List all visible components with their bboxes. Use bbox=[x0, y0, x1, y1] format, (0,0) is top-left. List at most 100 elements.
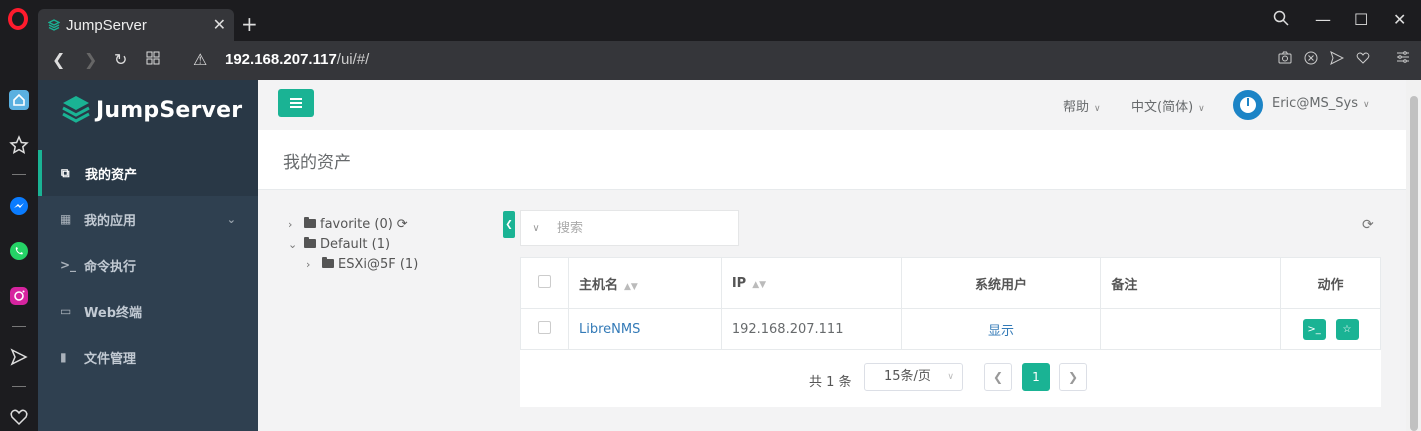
asset-table: 主机名 ▲▼ IP ▲▼ 系统用户 备注 动作 LibreNMS 192.168.2… bbox=[520, 257, 1381, 350]
note-cell bbox=[1100, 308, 1282, 350]
avatar[interactable] bbox=[1233, 90, 1263, 120]
close-window-icon[interactable]: ✕ bbox=[1393, 10, 1406, 29]
refresh-icon[interactable]: ⟳ bbox=[397, 217, 408, 232]
send-page-icon[interactable] bbox=[1330, 51, 1345, 69]
close-tab-icon[interactable]: ✕ bbox=[213, 15, 226, 34]
browser-tab[interactable]: JumpServer ✕ bbox=[38, 9, 234, 41]
sort-icon[interactable]: ▲▼ bbox=[752, 280, 766, 290]
nav-item-command-exec[interactable]: >_ 命令执行 bbox=[38, 242, 258, 288]
maximize-icon[interactable]: ☐ bbox=[1354, 10, 1368, 29]
minimize-icon[interactable]: — bbox=[1315, 10, 1331, 29]
toggle-menu-button[interactable] bbox=[278, 89, 314, 117]
page-size-value: 15条/页 bbox=[884, 369, 931, 384]
tabs-grid-icon[interactable] bbox=[146, 50, 160, 69]
bookmark-heart-icon[interactable] bbox=[1356, 51, 1370, 68]
camera-icon[interactable] bbox=[1278, 51, 1292, 68]
sort-icon[interactable]: ▲▼ bbox=[624, 282, 638, 292]
scrollbar-thumb[interactable] bbox=[1410, 96, 1418, 431]
nav-item-my-assets[interactable]: ⧉ 我的资产 bbox=[38, 150, 258, 196]
folder-icon bbox=[304, 217, 316, 228]
page-size-select[interactable]: 15条/页 ∨ bbox=[864, 363, 963, 391]
page-scrollbar[interactable] bbox=[1406, 80, 1421, 431]
adblock-icon[interactable] bbox=[1304, 51, 1318, 69]
search-bar[interactable]: ∨ bbox=[520, 210, 739, 246]
folder-icon bbox=[322, 257, 334, 268]
page-title: 我的资产 bbox=[283, 153, 351, 173]
tree-node-esxi[interactable]: › ESXi@5F (1) bbox=[306, 257, 418, 272]
column-ip[interactable]: IP ▲▼ bbox=[720, 257, 902, 309]
chevron-down-icon: ∨ bbox=[1198, 104, 1205, 114]
tree-node-favorite[interactable]: › favorite (0) ⟳ bbox=[288, 217, 408, 232]
opera-logo-icon[interactable] bbox=[8, 8, 28, 30]
tree-node-default[interactable]: ⌄ Default (1) bbox=[288, 237, 390, 252]
tree-node-label: Default (1) bbox=[320, 237, 391, 252]
whatsapp-icon[interactable] bbox=[7, 239, 31, 263]
app-sidebar: JumpServer ⧉ 我的资产 ▦ 我的应用 ⌄ >_ 命令执行 ▭ Web… bbox=[38, 80, 258, 431]
page-number-button[interactable]: 1 bbox=[1022, 363, 1050, 391]
help-menu[interactable]: 帮助 ∨ bbox=[1063, 96, 1101, 115]
pagination: 共 1 条 15条/页 ∨ ❮ 1 ❯ bbox=[520, 363, 1381, 407]
tab-title: JumpServer bbox=[66, 16, 147, 34]
new-tab-icon[interactable]: + bbox=[241, 12, 258, 36]
heart-icon[interactable] bbox=[7, 405, 31, 429]
browser-tab-bar: JumpServer ✕ + — ☐ ✕ bbox=[38, 0, 1421, 41]
column-label: 主机名 bbox=[578, 277, 618, 293]
star-icon[interactable] bbox=[7, 133, 31, 157]
search-input[interactable] bbox=[557, 220, 727, 236]
next-page-button[interactable]: ❯ bbox=[1059, 363, 1087, 391]
actions-cell: >_ ☆ bbox=[1280, 308, 1381, 350]
hostname-link[interactable]: LibreNMS bbox=[579, 322, 640, 337]
nav-item-web-terminal[interactable]: ▭ Web终端 bbox=[38, 288, 258, 334]
instagram-icon[interactable] bbox=[7, 284, 31, 308]
column-hostname[interactable]: 主机名 ▲▼ bbox=[567, 257, 722, 309]
column-actions: 动作 bbox=[1280, 257, 1381, 309]
nav-item-file-manager[interactable]: ▮ 文件管理 bbox=[38, 334, 258, 380]
select-all-checkbox[interactable] bbox=[537, 274, 551, 288]
system-user-cell: 显示 bbox=[900, 308, 1102, 350]
reload-icon[interactable]: ↻ bbox=[114, 50, 127, 69]
nav-item-label: 我的应用 bbox=[84, 213, 137, 229]
tree-node-label: ESXi@5F (1) bbox=[338, 257, 419, 272]
messenger-icon[interactable] bbox=[7, 194, 31, 218]
jumpserver-favicon-icon bbox=[48, 19, 60, 31]
collapse-tree-button[interactable]: ❮ bbox=[503, 211, 515, 238]
send-icon[interactable] bbox=[7, 345, 31, 369]
language-label: 中文(简体) bbox=[1131, 100, 1194, 115]
user-name: Eric@MS_Sys bbox=[1272, 96, 1359, 111]
connect-terminal-button[interactable]: >_ bbox=[1302, 318, 1326, 340]
chevron-right-icon[interactable]: › bbox=[288, 218, 304, 231]
column-label: IP bbox=[731, 275, 747, 291]
show-system-user-link[interactable]: 显示 bbox=[988, 324, 1014, 339]
row-checkbox[interactable] bbox=[537, 320, 551, 334]
nav-item-label: Web终端 bbox=[84, 305, 142, 321]
sidebar-divider bbox=[12, 174, 26, 175]
home-icon[interactable] bbox=[7, 88, 31, 112]
window-icon: ▭ bbox=[60, 304, 72, 318]
nav-item-my-apps[interactable]: ▦ 我的应用 ⌄ bbox=[38, 196, 258, 242]
favorite-star-button[interactable]: ☆ bbox=[1335, 318, 1359, 340]
chevron-down-icon: ∨ bbox=[947, 372, 954, 382]
browser-search-icon[interactable] bbox=[1273, 10, 1289, 30]
chevron-down-icon[interactable]: ∨ bbox=[521, 223, 551, 234]
top-header: 帮助 ∨ 中文(简体) ∨ Eric@MS_Sys ∨ bbox=[258, 80, 1406, 130]
table-row: LibreNMS 192.168.207.111 显示 >_ ☆ bbox=[520, 308, 1381, 350]
table-header-row: 主机名 ▲▼ IP ▲▼ 系统用户 备注 动作 bbox=[520, 257, 1381, 309]
sidebar-divider bbox=[12, 326, 26, 327]
address-bar: ❮ ❯ ↻ ⚠ 192.168.207.117/ui/#/ bbox=[38, 41, 1421, 80]
sidebar-divider bbox=[12, 386, 26, 387]
nav-item-label: 我的资产 bbox=[85, 167, 138, 183]
assets-icon: ⧉ bbox=[61, 165, 70, 180]
refresh-icon[interactable]: ⟳ bbox=[1362, 217, 1374, 233]
main-content: › favorite (0) ⟳ ⌄ Default (1) › ESXi@5F (1)… bbox=[258, 190, 1406, 431]
folder-icon bbox=[304, 237, 316, 248]
forward-icon[interactable]: ❯ bbox=[84, 50, 97, 69]
chevron-right-icon[interactable]: › bbox=[306, 258, 322, 271]
language-menu[interactable]: 中文(简体) ∨ bbox=[1131, 96, 1205, 115]
prev-page-button[interactable]: ❮ bbox=[984, 363, 1012, 391]
user-menu[interactable]: Eric@MS_Sys ∨ bbox=[1272, 96, 1370, 111]
warning-icon[interactable]: ⚠ bbox=[193, 50, 207, 69]
chevron-down-icon[interactable]: ⌄ bbox=[288, 238, 304, 251]
back-icon[interactable]: ❮ bbox=[52, 50, 65, 69]
url-field[interactable]: 192.168.207.117/ui/#/ bbox=[225, 51, 369, 68]
easy-setup-icon[interactable] bbox=[1396, 51, 1410, 67]
